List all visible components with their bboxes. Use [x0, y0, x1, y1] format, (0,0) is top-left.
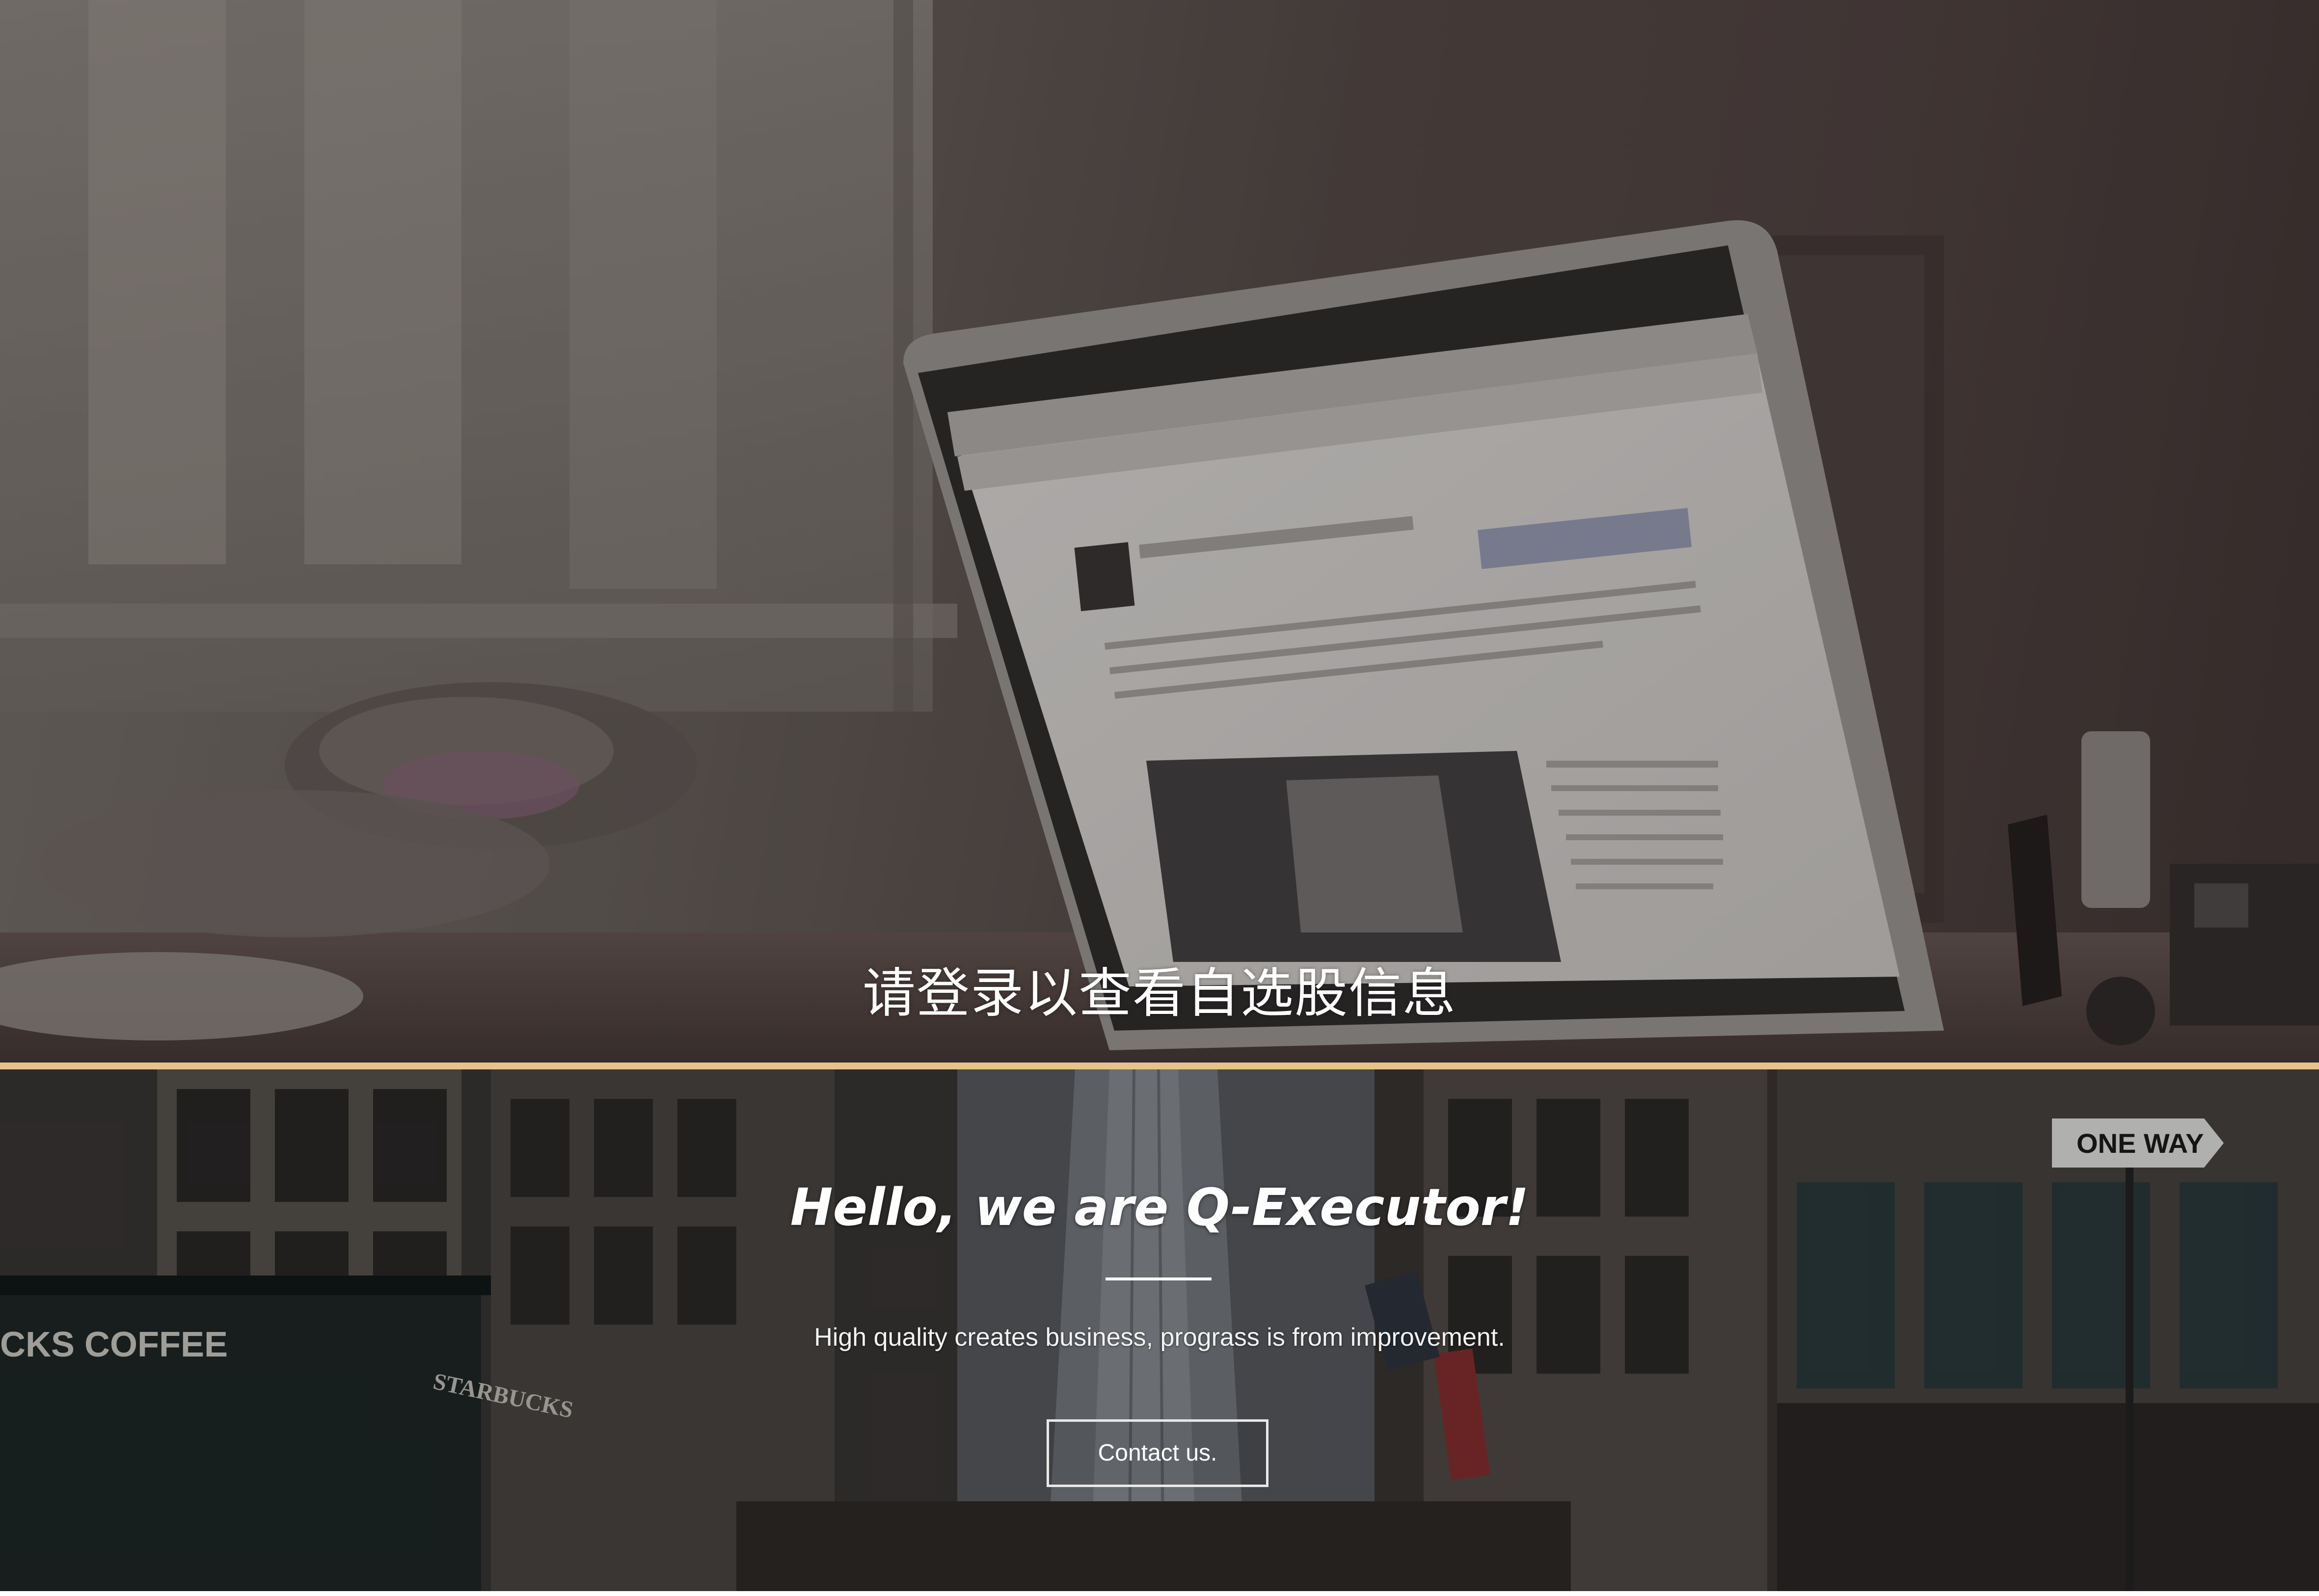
hero-tagline: High quality creates business, prograss … [814, 1323, 1505, 1352]
heading-underline [1106, 1277, 1212, 1280]
top-overlay [0, 0, 2319, 1063]
section-divider [0, 1063, 2319, 1069]
top-hero-banner: 请登录以查看自选股信息 [0, 0, 2319, 1063]
landing-page: 请登录以查看自选股信息 CKS COFFEE STARBUCKS ONE WAY… [0, 0, 2319, 1596]
login-prompt-text: 请登录以查看自选股信息 [862, 963, 1456, 1024]
page-bottom-edge [0, 1591, 2319, 1596]
hero-heading: Hello, we are Q-Executor! [790, 1177, 1529, 1237]
contact-us-button[interactable]: Contact us. [1047, 1419, 1268, 1487]
